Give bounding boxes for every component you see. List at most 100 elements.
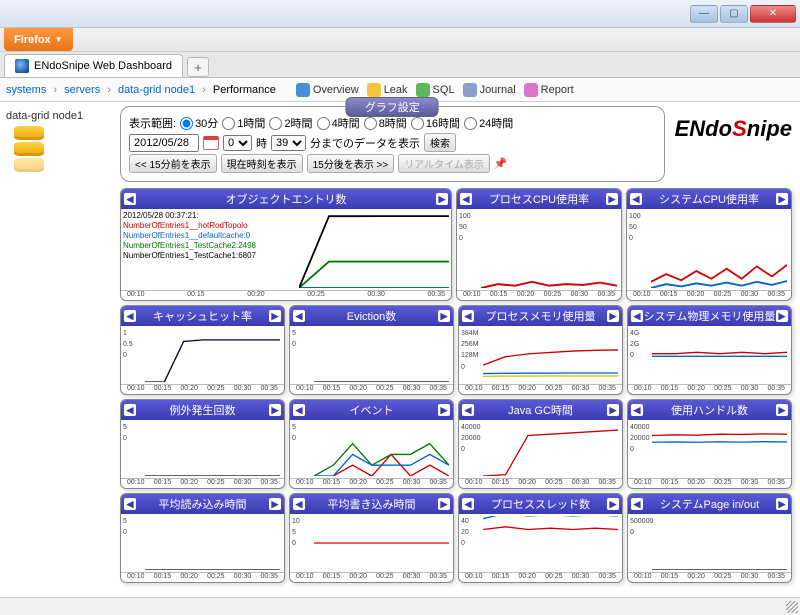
chart-area <box>481 211 617 288</box>
panel-header: ◀例外発生回数▶ <box>121 400 284 420</box>
window-maximize-button[interactable]: ▢ <box>720 5 748 23</box>
back15-button[interactable]: << 15分前を表示 <box>129 154 217 173</box>
panel-body: 1050 <box>290 514 453 572</box>
y-axis: 40000200000 <box>461 422 480 456</box>
tool-journal[interactable]: Journal <box>463 83 516 97</box>
panel-prev-icon[interactable]: ◀ <box>462 310 474 322</box>
fwd15-button[interactable]: 15分後を表示 >> <box>307 154 395 173</box>
calendar-icon[interactable] <box>203 136 219 150</box>
panel-prev-icon[interactable]: ◀ <box>293 310 305 322</box>
panel-prev-icon[interactable]: ◀ <box>631 404 643 416</box>
range-label: 表示範囲: <box>129 115 176 131</box>
panel-prev-icon[interactable]: ◀ <box>293 498 305 510</box>
range-option[interactable]: 16時間 <box>411 115 460 131</box>
panel-prev-icon[interactable]: ◀ <box>460 193 472 205</box>
panel-next-icon[interactable]: ▶ <box>269 498 281 510</box>
chevron-right-icon: › <box>107 84 111 96</box>
panel-next-icon[interactable]: ▶ <box>436 193 448 205</box>
panel-prev-icon[interactable]: ◀ <box>124 193 136 205</box>
panel-next-icon[interactable]: ▶ <box>438 404 450 416</box>
window-minimize-button[interactable]: — <box>690 5 718 23</box>
tool-report[interactable]: Report <box>524 83 574 97</box>
panel-prev-icon[interactable]: ◀ <box>462 404 474 416</box>
hour-select[interactable]: 0 <box>223 135 252 151</box>
panel-body: 384M256M128M0 <box>459 326 622 384</box>
range-radio[interactable] <box>411 117 424 130</box>
crumb-systems[interactable]: systems <box>6 84 46 96</box>
range-option[interactable]: 24時間 <box>464 115 513 131</box>
crumb-servers[interactable]: servers <box>64 84 100 96</box>
window-close-button[interactable]: ✕ <box>750 5 796 23</box>
y-axis: 5000000 <box>630 516 653 538</box>
tool-overview[interactable]: Overview <box>296 83 359 97</box>
range-radio[interactable] <box>317 117 330 130</box>
panel-title: イベント <box>350 402 394 418</box>
panel-prev-icon[interactable]: ◀ <box>462 498 474 510</box>
panel-prev-icon[interactable]: ◀ <box>293 404 305 416</box>
chart-area <box>314 516 449 570</box>
panel-header: ◀Eviction数▶ <box>290 306 453 326</box>
crumb-node[interactable]: data-grid node1 <box>118 84 195 96</box>
panel: ◀例外発生回数▶5000:1000:1500:2000:2500:3000:35 <box>120 399 285 489</box>
panel-next-icon[interactable]: ▶ <box>607 310 619 322</box>
panel-prev-icon[interactable]: ◀ <box>124 310 136 322</box>
panel: ◀プロセスメモリ使用量▶384M256M128M000:1000:1500:20… <box>458 305 623 395</box>
panel-prev-icon[interactable]: ◀ <box>631 498 643 510</box>
now-button[interactable]: 現在時刻を表示 <box>221 154 303 173</box>
range-radio[interactable] <box>364 117 377 130</box>
panel-next-icon[interactable]: ▶ <box>776 193 788 205</box>
range-option[interactable]: 4時間 <box>317 115 360 131</box>
browser-tab[interactable]: ENdoSnipe Web Dashboard <box>4 54 183 77</box>
window-titlebar: — ▢ ✕ <box>0 0 800 28</box>
panel-body: 4G2G0 <box>628 326 791 384</box>
panel-body: 50 <box>121 420 284 478</box>
panel-prev-icon[interactable]: ◀ <box>124 404 136 416</box>
panel-title: Java GC時間 <box>508 402 573 418</box>
x-axis: 00:1000:1500:2000:2500:3000:35 <box>628 572 791 582</box>
panel-next-icon[interactable]: ▶ <box>776 498 788 510</box>
panel-header: ◀平均読み込み時間▶ <box>121 494 284 514</box>
tool-leak[interactable]: Leak <box>367 83 408 97</box>
panel-next-icon[interactable]: ▶ <box>607 404 619 416</box>
panel-next-icon[interactable]: ▶ <box>776 404 788 416</box>
firefox-menu-button[interactable]: Firefox ▼ <box>4 28 73 51</box>
range-radio[interactable] <box>180 117 193 130</box>
range-option[interactable]: 30分 <box>180 115 218 131</box>
range-radio[interactable] <box>269 117 282 130</box>
x-axis: 00:1000:1500:2000:2500:3000:35 <box>290 572 453 582</box>
minute-select[interactable]: 39 <box>271 135 306 151</box>
date-input[interactable] <box>129 134 199 152</box>
panel-next-icon[interactable]: ▶ <box>606 193 618 205</box>
range-radio[interactable] <box>222 117 235 130</box>
new-tab-button[interactable]: + <box>187 57 209 77</box>
resize-grip-icon[interactable] <box>786 601 798 613</box>
settings-title: グラフ設定 <box>346 97 439 117</box>
chevron-right-icon: › <box>202 84 206 96</box>
range-option[interactable]: 1時間 <box>222 115 265 131</box>
chart-area <box>483 516 618 570</box>
panel-prev-icon[interactable]: ◀ <box>631 310 643 322</box>
realtime-button[interactable]: リアルタイム表示 <box>398 154 490 173</box>
range-option[interactable]: 2時間 <box>269 115 312 131</box>
panel-next-icon[interactable]: ▶ <box>269 404 281 416</box>
y-axis: 100500 <box>459 211 471 245</box>
panel-body: 100500 <box>627 209 791 290</box>
panel-prev-icon[interactable]: ◀ <box>124 498 136 510</box>
panel-prev-icon[interactable]: ◀ <box>630 193 642 205</box>
panel-header: ◀オブジェクトエントリ数▶ <box>121 189 451 209</box>
y-axis: 384M256M128M0 <box>461 328 479 373</box>
content-area: グラフ設定 表示範囲: 30分 1時間 2時間 4時間 8時間 16時間 24時… <box>120 102 800 615</box>
range-option[interactable]: 8時間 <box>364 115 407 131</box>
chevron-right-icon: › <box>53 84 57 96</box>
tool-sql[interactable]: SQL <box>416 83 455 97</box>
panel-next-icon[interactable]: ▶ <box>438 310 450 322</box>
panel-next-icon[interactable]: ▶ <box>776 310 788 322</box>
panel-next-icon[interactable]: ▶ <box>607 498 619 510</box>
x-axis: 00:1000:1500:2000:2500:3000:35 <box>290 478 453 488</box>
panel-header: ◀プロセスCPU使用率▶ <box>457 189 621 209</box>
pin-icon[interactable]: 📌 <box>494 157 508 170</box>
panel-next-icon[interactable]: ▶ <box>269 310 281 322</box>
search-button[interactable]: 検索 <box>424 133 456 152</box>
panel-next-icon[interactable]: ▶ <box>438 498 450 510</box>
range-radio[interactable] <box>464 117 477 130</box>
